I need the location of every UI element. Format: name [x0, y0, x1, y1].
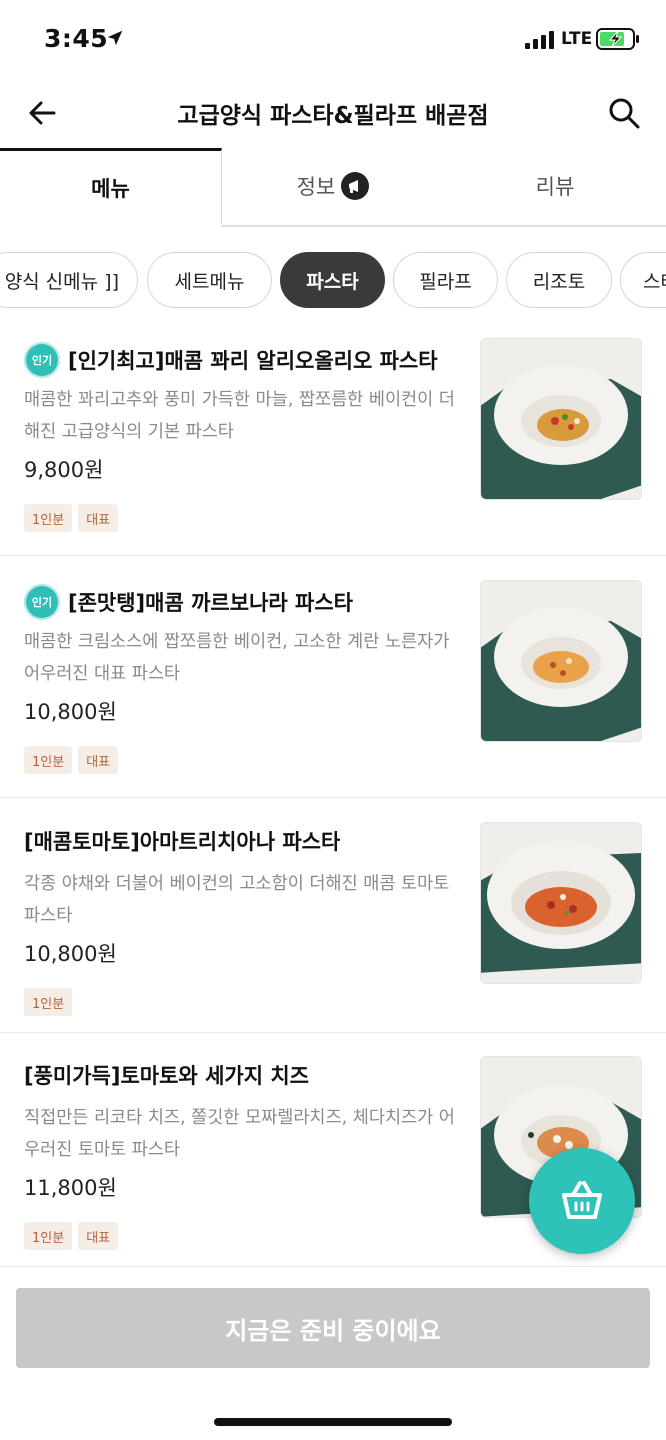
chip-set-menu[interactable]: 세트메뉴 — [147, 252, 272, 308]
chip-label: 세트메뉴 — [174, 270, 245, 293]
chip-pasta[interactable]: 파스타 — [280, 252, 385, 308]
menu-item-name-row: [풍미가득]토마토와 세가지 치즈 — [24, 1060, 464, 1090]
network-label: LTE — [561, 29, 593, 49]
menu-item-name: [풍미가득]토마토와 세가지 치즈 — [24, 1064, 309, 1088]
basket-icon — [562, 1181, 602, 1219]
chip-pilaf[interactable]: 필라프 — [393, 252, 498, 308]
back-arrow-icon[interactable] — [26, 96, 60, 130]
popular-badge: 인기 — [24, 584, 60, 620]
search-icon[interactable] — [606, 95, 642, 131]
menu-item[interactable]: 인기 [존맛탱]매콤 까르보나라 파스타 매콤한 크림소스에 짭쪼름한 베이컨,… — [0, 570, 666, 798]
menu-item-tags: 1인분 대표 — [24, 746, 119, 774]
tag-serving: 1인분 — [24, 746, 73, 774]
order-unavailable-button[interactable]: 지금은 준비 중이에요 — [16, 1288, 650, 1368]
page-title: 고급양식 파스타&필라프 배곧점 — [177, 103, 489, 129]
status-time: 3:45 — [44, 24, 109, 53]
tab-info-label: 정보 — [296, 175, 336, 199]
menu-item-name-row: [매콤토마토]아마트리치아나 파스타 — [24, 826, 464, 856]
menu-item-tags: 1인분 대표 — [24, 504, 119, 532]
signal-icon — [525, 31, 554, 49]
pasta-photo — [480, 822, 642, 984]
menu-item[interactable]: 인기 [인기최고]매콤 꽈리 알리오올리오 파스타 매콤한 꽈리고추와 풍미 가… — [0, 328, 666, 556]
menu-item-description: 매콤한 크림소스에 짭쪼름한 베이컨, 고소한 계란 노른자가 어우러진 대표 … — [24, 632, 450, 684]
tag-serving: 1인분 — [24, 988, 73, 1016]
tag-serving: 1인분 — [24, 1222, 73, 1250]
store-tabs: 메뉴 정보 리뷰 — [0, 148, 666, 228]
tag-signature: 대표 — [78, 504, 119, 532]
chip-label: 리조토 — [532, 270, 586, 293]
menu-item-description: 매콤한 꽈리고추와 풍미 가득한 마늘, 짭쪼름한 베이컨이 더해진 고급양식의… — [24, 390, 455, 442]
menu-item-name: [매콤토마토]아마트리치아나 파스타 — [24, 830, 341, 854]
top-app-bar: 고급양식 파스타&필라프 배곧점 — [0, 80, 666, 146]
menu-item-tags: 1인분 — [24, 988, 73, 1016]
tab-menu[interactable]: 메뉴 — [0, 148, 222, 225]
chip-risotto[interactable]: 리조토 — [506, 252, 612, 308]
tab-review-label: 리뷰 — [535, 175, 575, 199]
tag-serving: 1인분 — [24, 504, 73, 532]
menu-item-name: [존맛탱]매콤 까르보나라 파스타 — [68, 591, 353, 615]
tag-signature: 대표 — [78, 1222, 119, 1250]
menu-item-description: 직접만든 리코타 치즈, 쫄깃한 모짜렐라치즈, 체다치즈가 어우러진 토마토 … — [24, 1108, 455, 1160]
pasta-photo — [480, 338, 642, 500]
chip-label: 양식 신메뉴 ]] — [4, 270, 119, 293]
tab-review[interactable]: 리뷰 — [444, 148, 666, 224]
chip-new-menu[interactable]: 양식 신메뉴 ]] — [0, 252, 138, 308]
menu-item-name-row: 인기 [존맛탱]매콤 까르보나라 파스타 — [24, 584, 464, 620]
megaphone-icon — [341, 172, 370, 200]
chip-steak[interactable]: 스테 — [620, 252, 666, 308]
tab-divider — [222, 225, 666, 227]
menu-item-tags: 1인분 대표 — [24, 1222, 119, 1250]
tab-info[interactable]: 정보 — [222, 148, 444, 224]
order-button-label: 지금은 준비 중이에요 — [225, 1316, 441, 1345]
menu-item[interactable]: [매콤토마토]아마트리치아나 파스타 각종 야채와 더불어 베이컨의 고소함이 … — [0, 812, 666, 1033]
tab-menu-label: 메뉴 — [91, 177, 130, 201]
menu-item-price: 9,800원 — [24, 458, 104, 482]
menu-item-price: 11,800원 — [24, 1176, 117, 1200]
menu-item-description: 각종 야채와 더불어 베이컨의 고소함이 더해진 매콤 토마토 파스타 — [24, 874, 450, 926]
chip-label: 스테 — [643, 270, 666, 293]
chip-label: 필라프 — [419, 270, 472, 293]
category-chip-row: 양식 신메뉴 ]] 세트메뉴 파스타 필라프 리조토 스테 — [0, 250, 666, 312]
home-indicator — [214, 1418, 452, 1426]
popular-badge: 인기 — [24, 342, 60, 378]
cart-button[interactable] — [529, 1148, 635, 1254]
battery-icon — [596, 28, 639, 50]
menu-item-name: [인기최고]매콤 꽈리 알리오올리오 파스타 — [68, 349, 438, 373]
status-bar: 3:45 LTE — [0, 0, 666, 80]
tag-signature: 대표 — [78, 746, 119, 774]
location-arrow-icon — [107, 30, 123, 46]
menu-item-price: 10,800원 — [24, 942, 117, 966]
menu-item-price: 10,800원 — [24, 700, 117, 724]
menu-item-name-row: 인기 [인기최고]매콤 꽈리 알리오올리오 파스타 — [24, 342, 464, 378]
pasta-photo — [480, 580, 642, 742]
chip-label: 파스타 — [306, 270, 359, 293]
